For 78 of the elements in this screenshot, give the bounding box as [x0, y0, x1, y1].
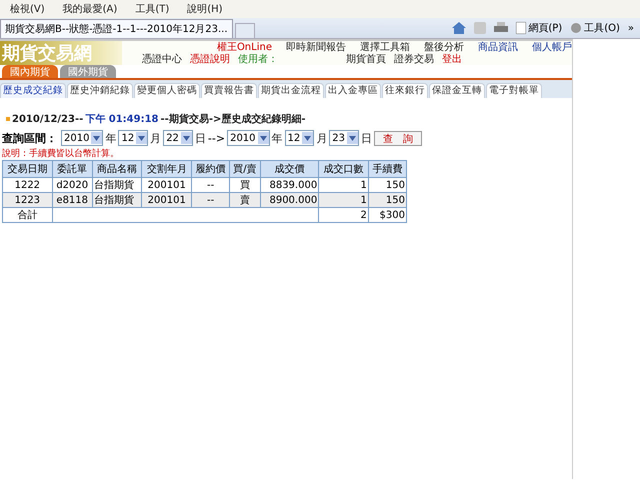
month-label: 月	[316, 130, 328, 146]
column-header: 商品名稱	[92, 160, 142, 178]
table-cell: 台指期貨	[92, 178, 142, 192]
range-arrow: -->	[208, 132, 226, 144]
total-label: 合計	[2, 208, 52, 222]
nav-link[interactable]: 選擇工具箱	[360, 40, 410, 54]
table-cell: 台指期貨	[92, 192, 142, 208]
column-header: 成交價	[260, 160, 319, 178]
year-label: 年	[105, 130, 116, 146]
query-button[interactable]: 查 詢	[374, 130, 422, 146]
nav-link[interactable]: 憑證中心	[142, 52, 182, 66]
table-cell: 200101	[142, 192, 192, 208]
tools-menu-button[interactable]: 工具(O)	[570, 21, 620, 35]
table-cell: 2	[318, 208, 368, 222]
date-text: 2010/12/23--	[12, 114, 84, 124]
menu-item[interactable]: 工具(T)	[135, 2, 170, 16]
section-tab[interactable]: 電子對帳單	[486, 83, 542, 98]
table-cell: 買	[230, 178, 260, 192]
column-header: 成交口數	[318, 160, 368, 178]
table-cell: 賣	[230, 192, 260, 208]
dropdown[interactable]: 12	[118, 130, 148, 146]
column-header: 交易日期	[2, 160, 52, 178]
section-tab[interactable]: 往來銀行	[382, 83, 428, 98]
dropdown[interactable]: 2010	[61, 130, 104, 146]
table-cell: 1222	[2, 178, 52, 192]
section-tab[interactable]: 變更個人密碼	[134, 83, 200, 98]
table-cell: 150	[368, 192, 406, 208]
column-header: 買/賣	[230, 160, 260, 178]
dropdown[interactable]: 12	[284, 130, 314, 146]
table-cell: 150	[368, 178, 406, 192]
nav-link[interactable]: 登出	[442, 52, 462, 66]
time-text: 下午 01:49:18	[85, 112, 159, 126]
nav-link[interactable]: 即時新聞報告	[286, 40, 346, 54]
table-cell: 8839.000	[260, 178, 319, 192]
section-tab[interactable]: 歷史沖銷紀錄	[67, 83, 133, 98]
section-tab[interactable]: 期貨出金流程	[258, 83, 324, 98]
table-cell: --	[192, 192, 230, 208]
nav-link[interactable]: 期貨首頁	[346, 52, 386, 66]
query-label: 查詢區間：	[2, 130, 57, 146]
table-cell: 200101	[142, 178, 192, 192]
menu-item[interactable]: 說明(H)	[187, 2, 223, 16]
table-cell: 1	[318, 178, 368, 192]
page-menu-button[interactable]: 網頁(P)	[516, 21, 562, 35]
dropdown[interactable]: 22	[163, 130, 193, 146]
nav-link[interactable]: 商品資訊	[478, 40, 518, 54]
table-cell: $300	[368, 208, 406, 222]
nav-link[interactable]: 證券交易	[394, 52, 434, 66]
column-header: 交割年月	[142, 160, 192, 178]
table-cell: d2020	[52, 178, 92, 192]
dropdown[interactable]: 23	[329, 130, 359, 146]
column-header: 委託單	[52, 160, 92, 178]
table-cell: 1223	[2, 192, 52, 208]
table-cell: 1	[318, 192, 368, 208]
nav-link[interactable]: 個人帳戶	[532, 40, 572, 54]
more-button[interactable]: »	[628, 22, 634, 34]
column-header: 履約價	[192, 160, 230, 178]
dropdown[interactable]: 2010	[227, 130, 270, 146]
nav-link[interactable]: 權王OnLine	[216, 40, 272, 54]
section-tab[interactable]: 買賣報告書	[201, 83, 257, 98]
table-cell: --	[192, 178, 230, 192]
menu-item[interactable]: 檢視(V)	[10, 2, 45, 16]
section-tab[interactable]: 歷史成交紀錄	[0, 83, 66, 98]
day-label: 日	[361, 130, 372, 146]
menu-item[interactable]: 我的最愛(A)	[62, 2, 118, 16]
month-label: 月	[150, 130, 162, 146]
section-tab[interactable]: 出入金專區	[325, 83, 381, 98]
nav-link[interactable]: 盤後分析	[424, 40, 464, 54]
breadcrumb-text: --期貨交易->歷史成交紀錄明細-	[160, 112, 306, 126]
year-label: 年	[272, 130, 283, 146]
nav-link[interactable]: 憑證說明	[190, 52, 230, 66]
nav-link[interactable]: 使用者：	[238, 52, 278, 66]
section-tab[interactable]: 保證金互轉	[429, 83, 485, 98]
note-text: 說明：手續費皆以台幣計算。	[1, 148, 120, 160]
browser-tab[interactable]: 期貨交易網B--狀態-憑證-1--1---2010年12月23...	[0, 19, 232, 38]
column-header: 手續費	[368, 160, 406, 178]
day-label: 日	[194, 130, 206, 146]
table-cell: 8900.000	[260, 192, 319, 208]
table-cell: e8118	[52, 192, 92, 208]
